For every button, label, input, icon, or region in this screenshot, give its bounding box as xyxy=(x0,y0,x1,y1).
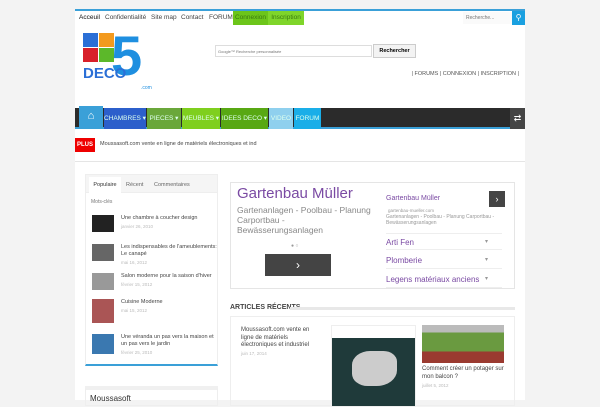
ad-link[interactable]: Arti Fen ▾ xyxy=(386,233,502,250)
home-icon[interactable]: ⌂ xyxy=(79,106,103,129)
post-thumbnail xyxy=(92,215,114,232)
news-ticker: PLUS Moussasoft.com vente en ligne de ma… xyxy=(75,138,525,152)
ad-url: gartenbau-mueller.com xyxy=(388,208,435,213)
nav-idees-deco[interactable]: IDEES DECO ▾ xyxy=(221,108,268,129)
ad-description: Gartenanlagen - Poolbau - Planung Carpor… xyxy=(237,205,371,235)
nav-video[interactable]: VIDEO xyxy=(269,108,293,129)
sidebar-widget: Populaire Récent Commentaires Mots-clés … xyxy=(85,174,218,366)
logo[interactable]: 5 DECO .com xyxy=(83,24,163,97)
post-thumbnail xyxy=(92,334,114,354)
top-link-accueil[interactable]: Acceuil xyxy=(79,14,100,21)
shuffle-icon[interactable]: ⇄ xyxy=(510,108,525,129)
nav-pieces[interactable]: PIECES ▾ xyxy=(147,108,181,129)
ticker-text[interactable]: Moussasoft.com vente en ligne de matérie… xyxy=(100,141,257,147)
tab-populaire[interactable]: Populaire xyxy=(89,177,121,194)
post-thumbnail xyxy=(92,244,114,261)
top-link-confidentialite[interactable]: Confidentialité xyxy=(105,14,146,21)
page: Acceuil Confidentialité Site map Contact… xyxy=(75,9,525,407)
top-bar: Acceuil Confidentialité Site map Contact… xyxy=(75,11,525,25)
carousel-dots[interactable]: ● ○ xyxy=(291,243,298,249)
connexion-link[interactable]: Connexion xyxy=(233,11,268,25)
ad-link[interactable]: Plomberie ▾ xyxy=(386,252,502,269)
post-thumbnail xyxy=(92,273,114,290)
header-links[interactable]: | FORUMS | CONNEXION | INSCRIPTION | xyxy=(412,71,519,77)
nav-chambres[interactable]: CHAMBRES ▾ xyxy=(104,108,146,129)
articles-box: Moussasoft.com vente en ligne de matérie… xyxy=(230,316,515,407)
article-date: juillet 5, 2012 xyxy=(422,383,449,388)
sidebar-widget-moussasoft: Moussasoft xyxy=(85,386,218,406)
article-thumbnail[interactable] xyxy=(331,325,416,407)
nav-meubles[interactable]: MEUBLES ▾ xyxy=(182,108,220,129)
ad-title[interactable]: Gartenbau Müller xyxy=(237,185,353,202)
top-link-contact[interactable]: Contact xyxy=(181,14,203,21)
ad-small-title[interactable]: Gartenbau Müller xyxy=(386,195,440,202)
google-search-button[interactable]: Rechercher xyxy=(373,44,416,58)
search-icon[interactable]: ⚲ xyxy=(512,11,525,25)
ad-next-button[interactable]: › xyxy=(265,254,331,276)
main-nav: ⌂ CHAMBRES ▾ PIECES ▾ MEUBLES ▾ IDEES DE… xyxy=(75,106,525,129)
nav-forum[interactable]: FORUM xyxy=(294,108,321,129)
article-date: juin 17, 2014 xyxy=(241,351,267,356)
heading-stripe xyxy=(290,307,515,310)
ad-small-desc: Gartenanlagen - Poolbau - Planung Carpor… xyxy=(386,214,495,226)
post-thumbnail xyxy=(92,299,114,323)
ad-banner[interactable]: Gartenbau Müller Gartenanlagen - Poolbau… xyxy=(230,182,515,289)
ad-arrow-button[interactable]: › xyxy=(489,191,505,207)
top-link-sitemap[interactable]: Site map xyxy=(151,14,177,21)
divider xyxy=(75,161,525,162)
ad-link[interactable]: Legens matériaux anciens ▾ xyxy=(386,271,502,288)
top-link-forum[interactable]: FORUM xyxy=(209,14,233,21)
keywords-label[interactable]: Mots-clés xyxy=(91,199,112,205)
article-title[interactable]: Comment créer un potager sur mon balcon … xyxy=(422,366,507,381)
tab-recent[interactable]: Récent xyxy=(126,182,143,188)
google-search-input[interactable] xyxy=(215,45,372,57)
inscription-link[interactable]: Inscription xyxy=(268,11,304,25)
article-thumbnail[interactable] xyxy=(422,325,504,363)
top-search-input[interactable] xyxy=(463,12,512,24)
tab-commentaires[interactable]: Commentaires xyxy=(154,182,190,188)
article-title[interactable]: Moussasoft.com vente en ligne de matérie… xyxy=(241,327,321,350)
ticker-label: PLUS xyxy=(75,138,95,152)
